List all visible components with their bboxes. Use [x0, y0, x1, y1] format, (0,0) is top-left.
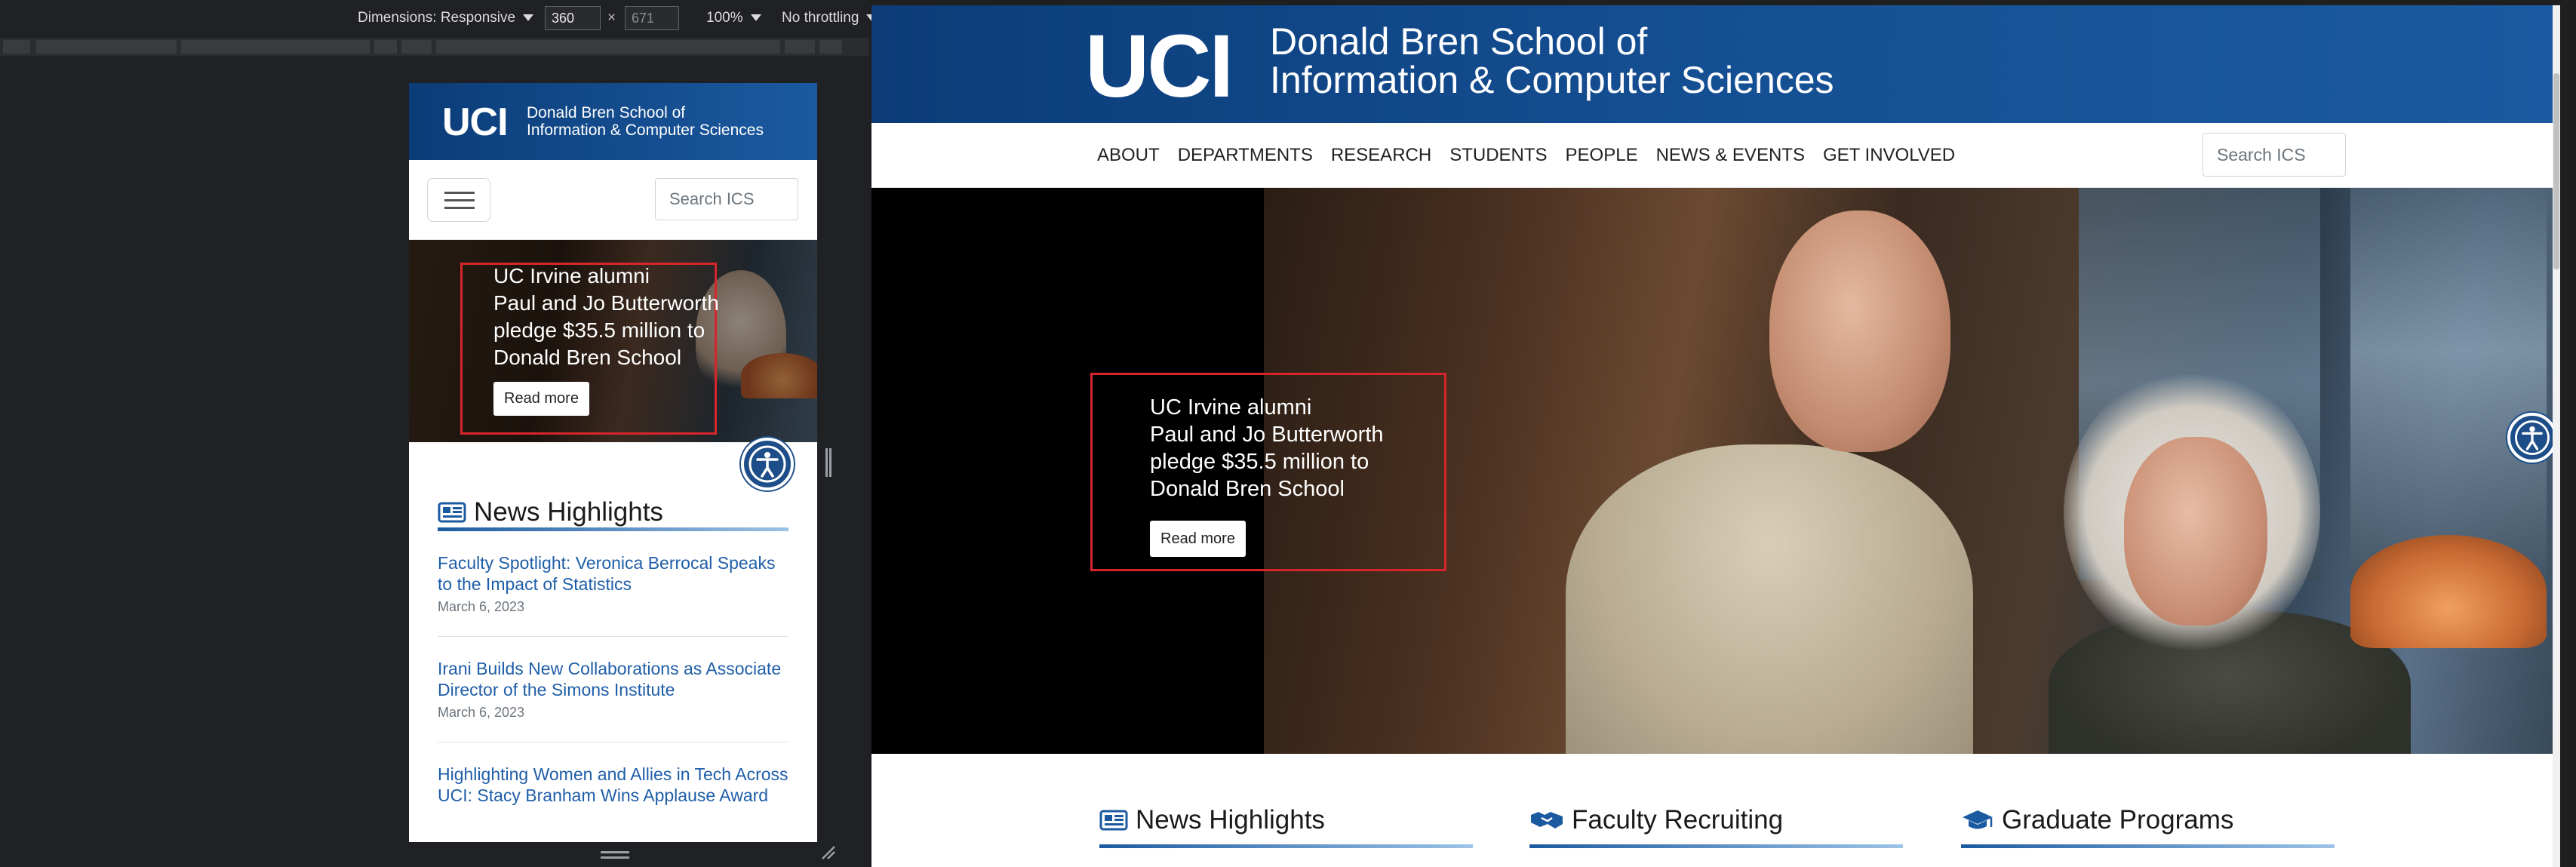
section-title: News Highlights — [1136, 804, 1325, 835]
list-item: Highlighting Women and Allies in Tech Ac… — [438, 742, 788, 827]
zoom-dropdown[interactable]: 100% — [706, 8, 761, 29]
hero-headline: UC Irvine alumni Paul and Jo Butterworth… — [493, 264, 719, 369]
hero-banner: UC Irvine alumni Paul and Jo Butterworth… — [409, 240, 817, 442]
times-sign: × — [607, 10, 616, 26]
resize-handle-right[interactable] — [825, 448, 832, 477]
search-input[interactable]: Search ICS — [655, 178, 798, 220]
throttle-dropdown[interactable]: No throttling — [782, 8, 878, 29]
nav-about[interactable]: ABOUT — [1097, 145, 1160, 166]
handshake-icon — [1531, 811, 1563, 829]
mobile-viewport: UCI Donald Bren School of Information & … — [409, 83, 817, 842]
news-date: March 6, 2023 — [438, 599, 525, 614]
desktop-viewport: UCI Donald Bren School of Information & … — [871, 5, 2560, 867]
read-more-button[interactable]: Read more — [493, 382, 589, 416]
chevron-down-icon — [523, 14, 534, 22]
nav-people[interactable]: PEOPLE — [1566, 145, 1638, 166]
school-name-line1: Donald Bren School of — [527, 104, 686, 121]
uci-logo[interactable]: UCI — [1085, 22, 1234, 111]
browser-window: Dimensions: Responsive 360 × 671 100% No… — [0, 0, 2576, 867]
media-query-bar[interactable] — [0, 38, 869, 56]
page-scrollbar[interactable] — [2553, 5, 2560, 867]
search-input[interactable]: Search ICS — [2203, 133, 2346, 177]
resize-handle-bottom[interactable] — [601, 851, 629, 859]
accessibility-icon — [2515, 420, 2550, 455]
site-header: UCI Donald Bren School of Information & … — [871, 5, 2560, 123]
newspaper-icon — [438, 502, 466, 522]
menu-toggle-button[interactable] — [427, 178, 490, 222]
school-name-line2: Information & Computer Sciences — [1270, 59, 1834, 101]
width-input[interactable]: 360 — [545, 6, 601, 30]
graduate-programs-header: Graduate Programs — [1961, 795, 2335, 848]
nav-news-events[interactable]: NEWS & EVENTS — [1656, 145, 1805, 166]
school-name-line1: Donald Bren School of — [1270, 20, 1648, 63]
mobile-nav-bar: Search ICS — [409, 160, 817, 240]
school-name[interactable]: Donald Bren School of Information & Comp… — [1270, 23, 1834, 100]
read-more-button[interactable]: Read more — [1150, 521, 1246, 557]
height-input[interactable]: 671 — [625, 6, 679, 30]
resize-corner-icon[interactable] — [819, 844, 836, 860]
news-link[interactable]: Faculty Spotlight: Veronica Berrocal Spe… — [438, 552, 788, 595]
graduation-cap-icon — [1963, 810, 1993, 829]
section-title: Faculty Recruiting — [1572, 804, 1784, 835]
news-link[interactable]: Highlighting Women and Allies in Tech Ac… — [438, 764, 788, 806]
school-name-line2: Information & Computer Sciences — [527, 121, 764, 139]
school-name[interactable]: Donald Bren School of Information & Comp… — [527, 104, 764, 139]
news-date: March 6, 2023 — [438, 705, 525, 720]
throttle-label: No throttling — [782, 10, 859, 26]
list-item: Faculty Spotlight: Veronica Berrocal Spe… — [438, 531, 788, 637]
uci-logo[interactable]: UCI — [442, 103, 509, 142]
dimensions-label: Dimensions: Responsive — [358, 10, 516, 26]
nav-departments[interactable]: DEPARTMENTS — [1178, 145, 1313, 166]
nav-get-involved[interactable]: GET INVOLVED — [1823, 145, 1955, 166]
devtools-device-pane: Dimensions: Responsive 360 × 671 100% No… — [0, 0, 878, 867]
nav-menu: ABOUT DEPARTMENTS RESEARCH STUDENTS PEOP… — [1097, 123, 1955, 188]
site-header: UCI Donald Bren School of Information & … — [409, 83, 817, 160]
chevron-down-icon — [750, 14, 761, 22]
hero-caption-box: UC Irvine alumni Paul and Jo Butterworth… — [1090, 373, 1446, 571]
nav-students[interactable]: STUDENTS — [1449, 145, 1547, 166]
hero-banner: UC Irvine alumni Paul and Jo Butterworth… — [871, 188, 2560, 754]
accessibility-button[interactable] — [2507, 413, 2557, 463]
accessibility-button[interactable] — [741, 438, 794, 490]
accessibility-icon — [749, 445, 786, 483]
section-title: News Highlights — [474, 497, 663, 527]
device-toolbar: Dimensions: Responsive 360 × 671 100% No… — [0, 0, 878, 36]
scrollbar-thumb[interactable] — [2553, 73, 2559, 269]
newspaper-icon — [1099, 810, 1128, 830]
dimensions-dropdown[interactable]: Dimensions: Responsive — [358, 8, 534, 29]
news-link[interactable]: Irani Builds New Collaborations as Assoc… — [438, 658, 788, 700]
nav-research[interactable]: RESEARCH — [1331, 145, 1431, 166]
section-title: Graduate Programs — [2002, 804, 2234, 835]
main-nav: ABOUT DEPARTMENTS RESEARCH STUDENTS PEOP… — [871, 123, 2560, 188]
news-highlights-header: News Highlights — [1099, 795, 1473, 848]
news-highlights-section: News Highlights Faculty Spotlight: Veron… — [438, 497, 788, 827]
hero-headline: UC Irvine alumni Paul and Jo Butterworth… — [1150, 395, 1384, 501]
zoom-label: 100% — [706, 10, 743, 26]
section-headers-row: News Highlights Faculty Recruiting Gradu… — [871, 754, 2560, 867]
section-header: News Highlights — [438, 497, 788, 531]
hamburger-icon — [444, 192, 475, 194]
list-item: Irani Builds New Collaborations as Assoc… — [438, 637, 788, 742]
faculty-recruiting-header: Faculty Recruiting — [1529, 795, 1903, 848]
